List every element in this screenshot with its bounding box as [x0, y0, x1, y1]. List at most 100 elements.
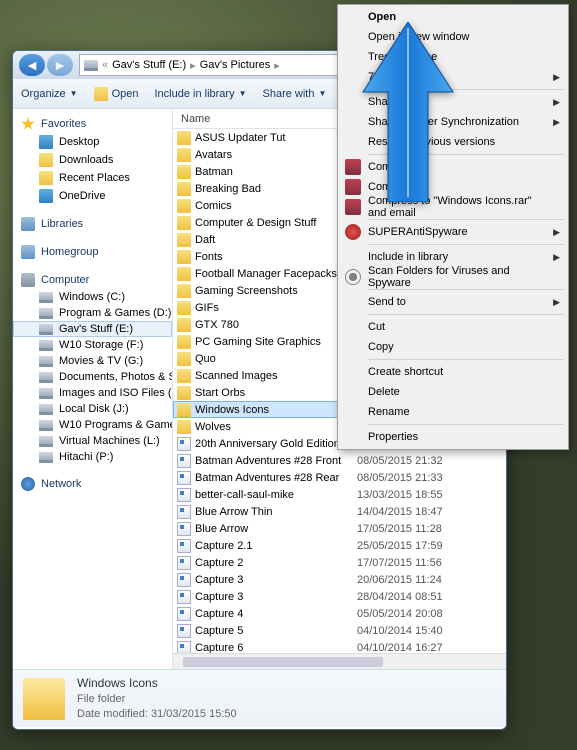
file-name: Batman Adventures #28 Front — [195, 455, 357, 467]
col-name-header[interactable]: Name — [173, 113, 353, 125]
nav-drive-item[interactable]: Windows (C:) — [13, 289, 172, 305]
file-row[interactable]: Blue Arrow Thin14/04/2015 18:47 — [173, 503, 506, 520]
nav-drive-item[interactable]: W10 Programs & Games (K:) — [13, 417, 172, 433]
file-name: Capture 6 — [195, 642, 357, 654]
drive-icon — [39, 356, 53, 367]
breadcrumb-part[interactable]: Gav's Pictures — [200, 59, 271, 71]
folder-icon — [177, 233, 191, 247]
network-icon — [21, 477, 35, 491]
ctx-create-shortcut[interactable]: Create shortcut — [340, 362, 566, 382]
file-name: PC Gaming Site Graphics — [195, 336, 357, 348]
ctx-compress-email[interactable]: Compress to "Windows Icons.rar" and emai… — [340, 197, 566, 217]
drive-icon — [39, 292, 53, 303]
file-date: 13/03/2015 18:55 — [357, 489, 467, 501]
image-file-icon — [177, 505, 191, 519]
ctx-share-with[interactable]: Share with▶ — [340, 92, 566, 112]
nav-drive-item[interactable]: Gav's Stuff (E:) — [13, 321, 172, 337]
ctx-shared-sync[interactable]: Shared Folder Synchronization▶ — [340, 112, 566, 132]
file-row[interactable]: Batman Adventures #28 Front08/05/2015 21… — [173, 452, 506, 469]
nav-libraries[interactable]: Libraries — [13, 215, 172, 233]
nav-homegroup[interactable]: Homegroup — [13, 243, 172, 261]
file-name: GIFs — [195, 302, 357, 314]
rar-icon — [345, 159, 361, 175]
file-row[interactable]: Batman Adventures #28 Rear08/05/2015 21:… — [173, 469, 506, 486]
ctx-properties[interactable]: Properties — [340, 427, 566, 447]
nav-network[interactable]: Network — [13, 475, 172, 493]
nav-drive-item[interactable]: Local Disk (J:) — [13, 401, 172, 417]
ctx-delete[interactable]: Delete — [340, 382, 566, 402]
ctx-copy[interactable]: Copy — [340, 337, 566, 357]
file-name: Blue Arrow Thin — [195, 506, 357, 518]
submenu-arrow-icon: ▶ — [553, 297, 560, 308]
file-row[interactable]: Capture 320/06/2015 11:24 — [173, 571, 506, 588]
file-row[interactable]: Capture 328/04/2014 08:51 — [173, 588, 506, 605]
nav-drive-item[interactable]: Documents, Photos & Stuff — [13, 369, 172, 385]
file-date: 17/07/2015 11:56 — [357, 557, 467, 569]
file-row[interactable]: Capture 504/10/2014 15:40 — [173, 622, 506, 639]
computer-icon — [21, 273, 35, 287]
superantispyware-icon — [345, 224, 361, 240]
include-library-menu[interactable]: Include in library▼ — [154, 88, 246, 100]
ctx-treesize[interactable]: TreeSize Free — [340, 47, 566, 67]
ctx-scan[interactable]: Scan Folders for Viruses and Spyware — [340, 267, 566, 287]
ctx-compress[interactable]: Compress — [340, 177, 566, 197]
file-row[interactable]: better-call-saul-mike13/03/2015 18:55 — [173, 486, 506, 503]
file-row[interactable]: Blue Arrow17/05/2015 11:28 — [173, 520, 506, 537]
file-name: Capture 3 — [195, 574, 357, 586]
horizontal-scrollbar[interactable] — [173, 653, 506, 669]
nav-drive-item[interactable]: Virtual Machines (L:) — [13, 433, 172, 449]
nav-drive-item[interactable]: Program & Games (D:) — [13, 305, 172, 321]
open-button[interactable]: Open — [94, 87, 139, 101]
ctx-compress[interactable]: Compress — [340, 157, 566, 177]
ctx-send-to[interactable]: Send to▶ — [340, 292, 566, 312]
share-with-menu[interactable]: Share with▼ — [263, 88, 327, 100]
file-row[interactable]: Capture 2.125/05/2015 17:59 — [173, 537, 506, 554]
folder-icon — [177, 165, 191, 179]
drive-icon — [39, 340, 53, 351]
folder-icon — [177, 318, 191, 332]
ctx-cut[interactable]: Cut — [340, 317, 566, 337]
nav-favorites[interactable]: Favorites — [13, 115, 172, 133]
file-row[interactable]: Capture 604/10/2014 16:27 — [173, 639, 506, 653]
context-menu: Open Open in new window TreeSize Free 7-… — [337, 4, 569, 450]
separator — [368, 289, 564, 290]
file-name: Batman — [195, 166, 357, 178]
separator — [368, 424, 564, 425]
file-date: 14/04/2015 18:47 — [357, 506, 467, 518]
nav-forward-button[interactable]: ► — [47, 54, 73, 76]
nav-computer[interactable]: Computer — [13, 271, 172, 289]
ctx-include-library[interactable]: Include in library▶ — [340, 247, 566, 267]
breadcrumb-part[interactable]: Gav's Stuff (E:) — [112, 59, 186, 71]
nav-fav-item[interactable]: OneDrive — [13, 187, 172, 205]
details-pane: Windows Icons File folder Date modified:… — [13, 669, 506, 727]
organize-menu[interactable]: Organize▼ — [21, 88, 78, 100]
nav-fav-item[interactable]: Downloads — [13, 151, 172, 169]
nav-back-button[interactable]: ◄ — [19, 54, 45, 76]
separator — [368, 359, 564, 360]
drive-icon — [84, 60, 98, 71]
nav-drive-item[interactable]: Movies & TV (G:) — [13, 353, 172, 369]
nav-drive-item[interactable]: W10 Storage (F:) — [13, 337, 172, 353]
ctx-rename[interactable]: Rename — [340, 402, 566, 422]
file-row[interactable]: Capture 405/05/2014 20:08 — [173, 605, 506, 622]
nav-drive-item[interactable]: Hitachi (P:) — [13, 449, 172, 465]
drive-icon — [39, 452, 53, 463]
folder-icon — [23, 678, 65, 720]
image-file-icon — [177, 573, 191, 587]
nav-drive-item[interactable]: Images and ISO Files (I:) — [13, 385, 172, 401]
ctx-open[interactable]: Open — [340, 7, 566, 27]
nav-fav-item[interactable]: Recent Places — [13, 169, 172, 187]
file-date: 25/05/2015 17:59 — [357, 540, 467, 552]
star-icon — [21, 117, 35, 131]
file-row[interactable]: Capture 217/07/2015 11:56 — [173, 554, 506, 571]
ctx-open-new-window[interactable]: Open in new window — [340, 27, 566, 47]
file-name: Wolves — [195, 421, 357, 433]
ctx-7zip[interactable]: 7-Zip▶ — [340, 67, 566, 87]
ctx-restore[interactable]: Restore previous versions — [340, 132, 566, 152]
file-name: GTX 780 — [195, 319, 357, 331]
submenu-arrow-icon: ▶ — [553, 227, 560, 238]
separator — [368, 314, 564, 315]
nav-fav-item[interactable]: Desktop — [13, 133, 172, 151]
ctx-superantispyware[interactable]: SUPERAntiSpyware▶ — [340, 222, 566, 242]
image-file-icon — [177, 607, 191, 621]
